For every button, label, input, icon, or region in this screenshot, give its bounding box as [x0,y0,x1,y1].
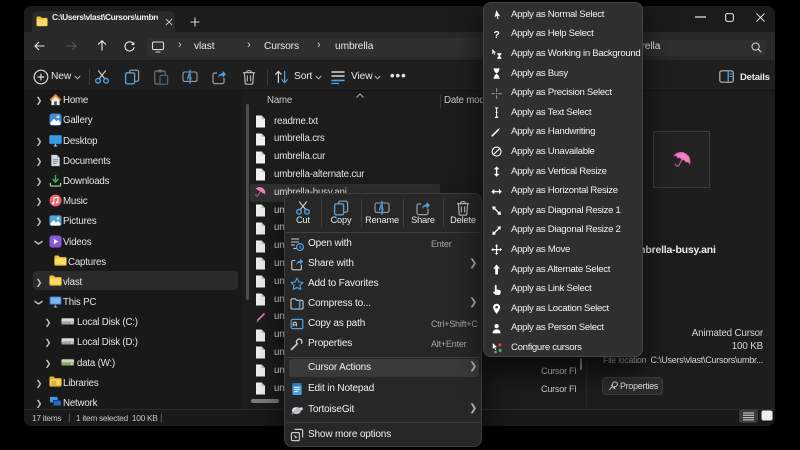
svg-text:?: ? [493,30,499,41]
